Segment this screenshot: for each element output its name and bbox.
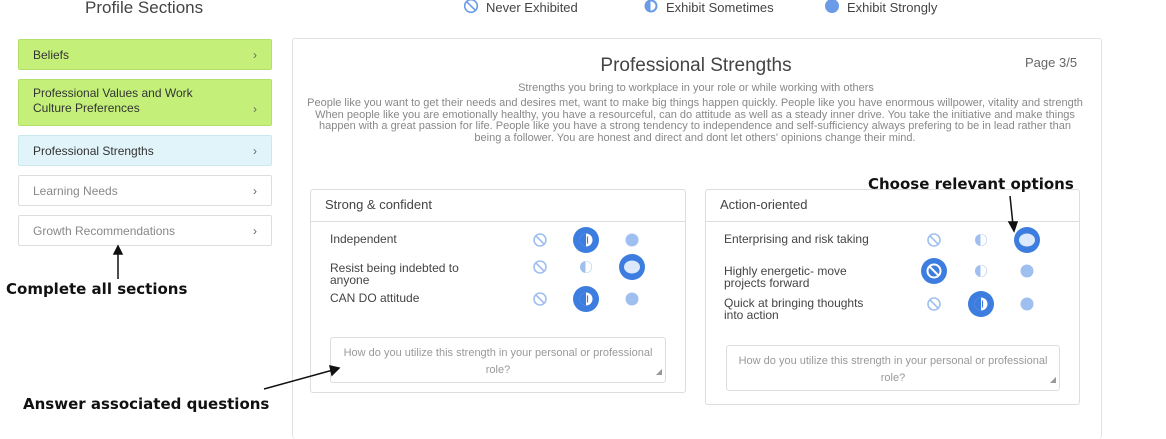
annotation-arrows <box>112 195 1019 390</box>
arrow-icon <box>112 195 1019 390</box>
